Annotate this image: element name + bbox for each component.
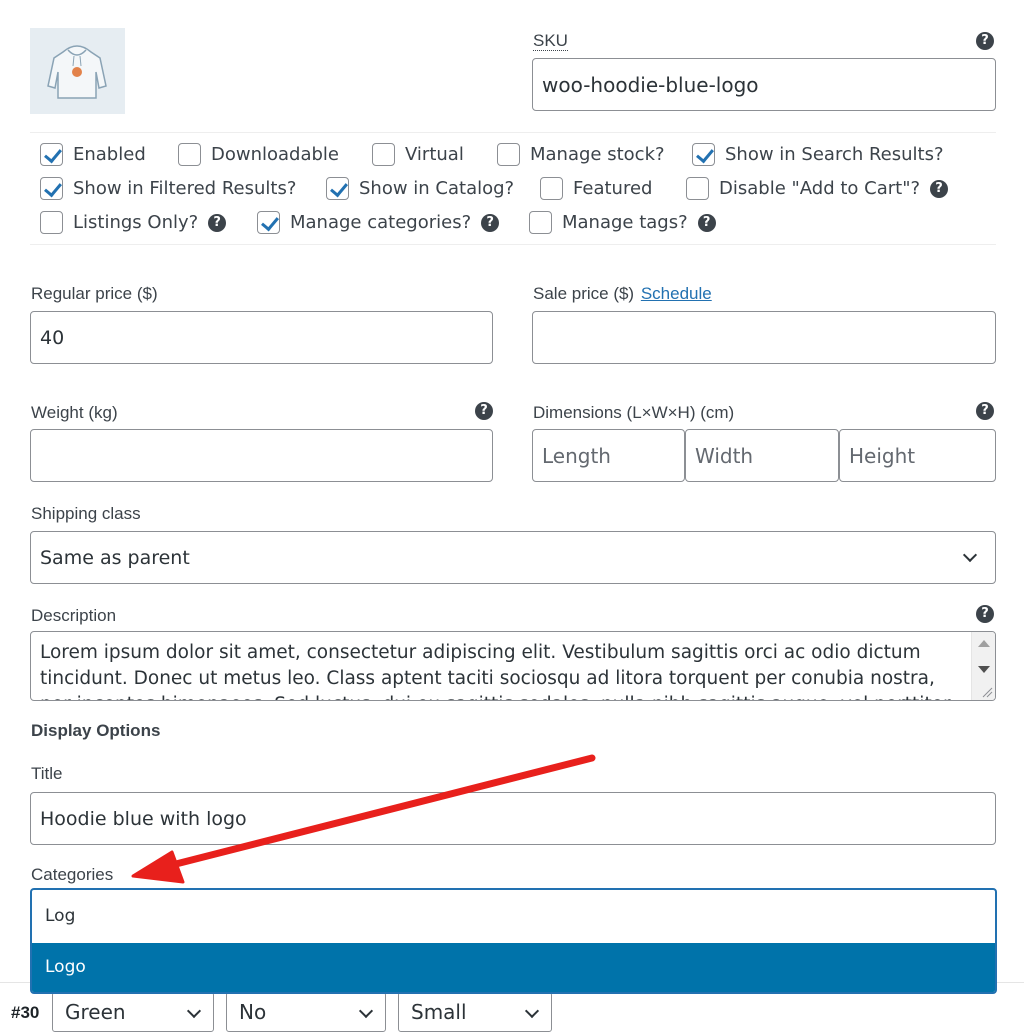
- description-textarea[interactable]: Lorem ipsum dolor sit amet, consectetur …: [30, 631, 996, 701]
- variation-flag-value: No: [239, 1000, 267, 1024]
- chevron-down-icon: [524, 1003, 540, 1019]
- dimensions-help-icon[interactable]: ?: [976, 402, 994, 420]
- chevron-down-icon: [358, 1003, 374, 1019]
- checkbox-box[interactable]: [178, 143, 201, 166]
- width-input[interactable]: Width: [685, 429, 839, 482]
- variation-color-value: Green: [65, 1000, 126, 1024]
- regular-price-input[interactable]: 40: [30, 311, 493, 364]
- length-input[interactable]: Length: [532, 429, 685, 482]
- show-in-filtered-label: Show in Filtered Results?: [73, 178, 297, 199]
- manage-tags-label: Manage tags?: [562, 212, 688, 233]
- manage-categories-help-icon[interactable]: ?: [481, 213, 500, 232]
- checkbox-box[interactable]: [40, 177, 63, 200]
- sale-price-input[interactable]: [532, 311, 996, 364]
- checkbox-box[interactable]: [40, 211, 63, 234]
- categories-label: Categories: [31, 865, 114, 884]
- product-image[interactable]: [30, 28, 125, 114]
- sku-label: SKU: [533, 31, 568, 51]
- variation-size-select[interactable]: Small: [398, 992, 552, 1032]
- checkbox-box[interactable]: [40, 143, 63, 166]
- show-in-filtered-checkbox[interactable]: Show in Filtered Results?: [40, 177, 296, 200]
- variation-color-select[interactable]: Green: [52, 992, 214, 1032]
- description-label: Description: [31, 606, 117, 625]
- checkbox-box[interactable]: [529, 211, 552, 234]
- show-in-catalog-checkbox[interactable]: Show in Catalog?: [326, 177, 514, 200]
- listings-only-help-icon[interactable]: ?: [208, 213, 227, 232]
- checkbox-box[interactable]: [686, 177, 709, 200]
- downloadable-label: Downloadable: [211, 144, 340, 165]
- variation-size-value: Small: [411, 1000, 467, 1024]
- checkbox-box[interactable]: [540, 177, 563, 200]
- chevron-down-icon: [962, 547, 978, 563]
- categories-search-input[interactable]: Log: [45, 906, 75, 926]
- scroll-down-icon[interactable]: [978, 666, 990, 673]
- categories-dropdown[interactable]: Log Logo: [30, 888, 997, 994]
- virtual-label: Virtual: [405, 144, 464, 165]
- sku-input[interactable]: woo-hoodie-blue-logo: [532, 58, 996, 111]
- sku-help-icon[interactable]: ?: [976, 32, 994, 50]
- scroll-up-icon[interactable]: [978, 640, 990, 647]
- downloadable-checkbox[interactable]: Downloadable: [178, 143, 339, 166]
- disable-add-to-cart-label: Disable "Add to Cart"?: [719, 178, 921, 199]
- show-in-catalog-label: Show in Catalog?: [359, 178, 515, 199]
- manage-stock-label: Manage stock?: [530, 144, 665, 165]
- manage-tags-checkbox[interactable]: Manage tags? ?: [529, 211, 716, 234]
- enabled-checkbox[interactable]: Enabled: [40, 143, 146, 166]
- checkbox-box[interactable]: [257, 211, 280, 234]
- manage-tags-help-icon[interactable]: ?: [697, 213, 716, 232]
- weight-help-icon[interactable]: ?: [475, 402, 493, 420]
- categories-option-label: Logo: [45, 957, 86, 977]
- schedule-link[interactable]: Schedule: [641, 284, 712, 303]
- manage-categories-checkbox[interactable]: Manage categories? ?: [257, 211, 500, 234]
- height-input[interactable]: Height: [839, 429, 996, 482]
- manage-stock-checkbox[interactable]: Manage stock?: [497, 143, 665, 166]
- checkbox-box[interactable]: [497, 143, 520, 166]
- featured-label: Featured: [573, 178, 653, 199]
- sale-price-label: Sale price ($): [533, 284, 635, 303]
- sale-price-label-row: Sale price ($) Schedule: [533, 284, 712, 304]
- listings-only-checkbox[interactable]: Listings Only? ?: [40, 211, 227, 234]
- description-help-icon[interactable]: ?: [976, 605, 994, 623]
- shipping-class-select[interactable]: Same as parent: [30, 531, 996, 584]
- weight-input[interactable]: [30, 429, 493, 482]
- listings-only-label: Listings Only?: [73, 212, 199, 233]
- chevron-down-icon: [186, 1003, 202, 1019]
- hoodie-icon: [47, 45, 107, 99]
- title-input[interactable]: Hoodie blue with logo: [30, 792, 996, 845]
- virtual-checkbox[interactable]: Virtual: [372, 143, 464, 166]
- disable-add-to-cart-checkbox[interactable]: Disable "Add to Cart"? ?: [686, 177, 949, 200]
- enabled-label: Enabled: [73, 144, 146, 165]
- show-in-search-label: Show in Search Results?: [725, 144, 944, 165]
- checkbox-box[interactable]: [692, 143, 715, 166]
- textarea-scrollbar[interactable]: [971, 632, 995, 700]
- checkbox-box[interactable]: [326, 177, 349, 200]
- weight-label: Weight (kg): [31, 403, 118, 422]
- title-label: Title: [31, 764, 63, 783]
- display-options-heading: Display Options: [31, 721, 161, 740]
- shipping-class-label: Shipping class: [31, 504, 141, 523]
- dimensions-label: Dimensions (L×W×H) (cm): [533, 403, 735, 422]
- categories-option-logo[interactable]: Logo: [32, 943, 995, 992]
- featured-checkbox[interactable]: Featured: [540, 177, 652, 200]
- resize-handle-icon[interactable]: [981, 686, 993, 698]
- manage-categories-label: Manage categories?: [290, 212, 472, 233]
- show-in-search-checkbox[interactable]: Show in Search Results?: [692, 143, 944, 166]
- variation-id: #30: [11, 1003, 40, 1022]
- disable-add-to-cart-help-icon[interactable]: ?: [930, 179, 949, 198]
- variation-flag-select[interactable]: No: [226, 992, 386, 1032]
- shipping-class-value: Same as parent: [40, 546, 190, 569]
- checkbox-box[interactable]: [372, 143, 395, 166]
- description-text: Lorem ipsum dolor sit amet, consectetur …: [40, 642, 951, 700]
- regular-price-label: Regular price ($): [31, 284, 158, 303]
